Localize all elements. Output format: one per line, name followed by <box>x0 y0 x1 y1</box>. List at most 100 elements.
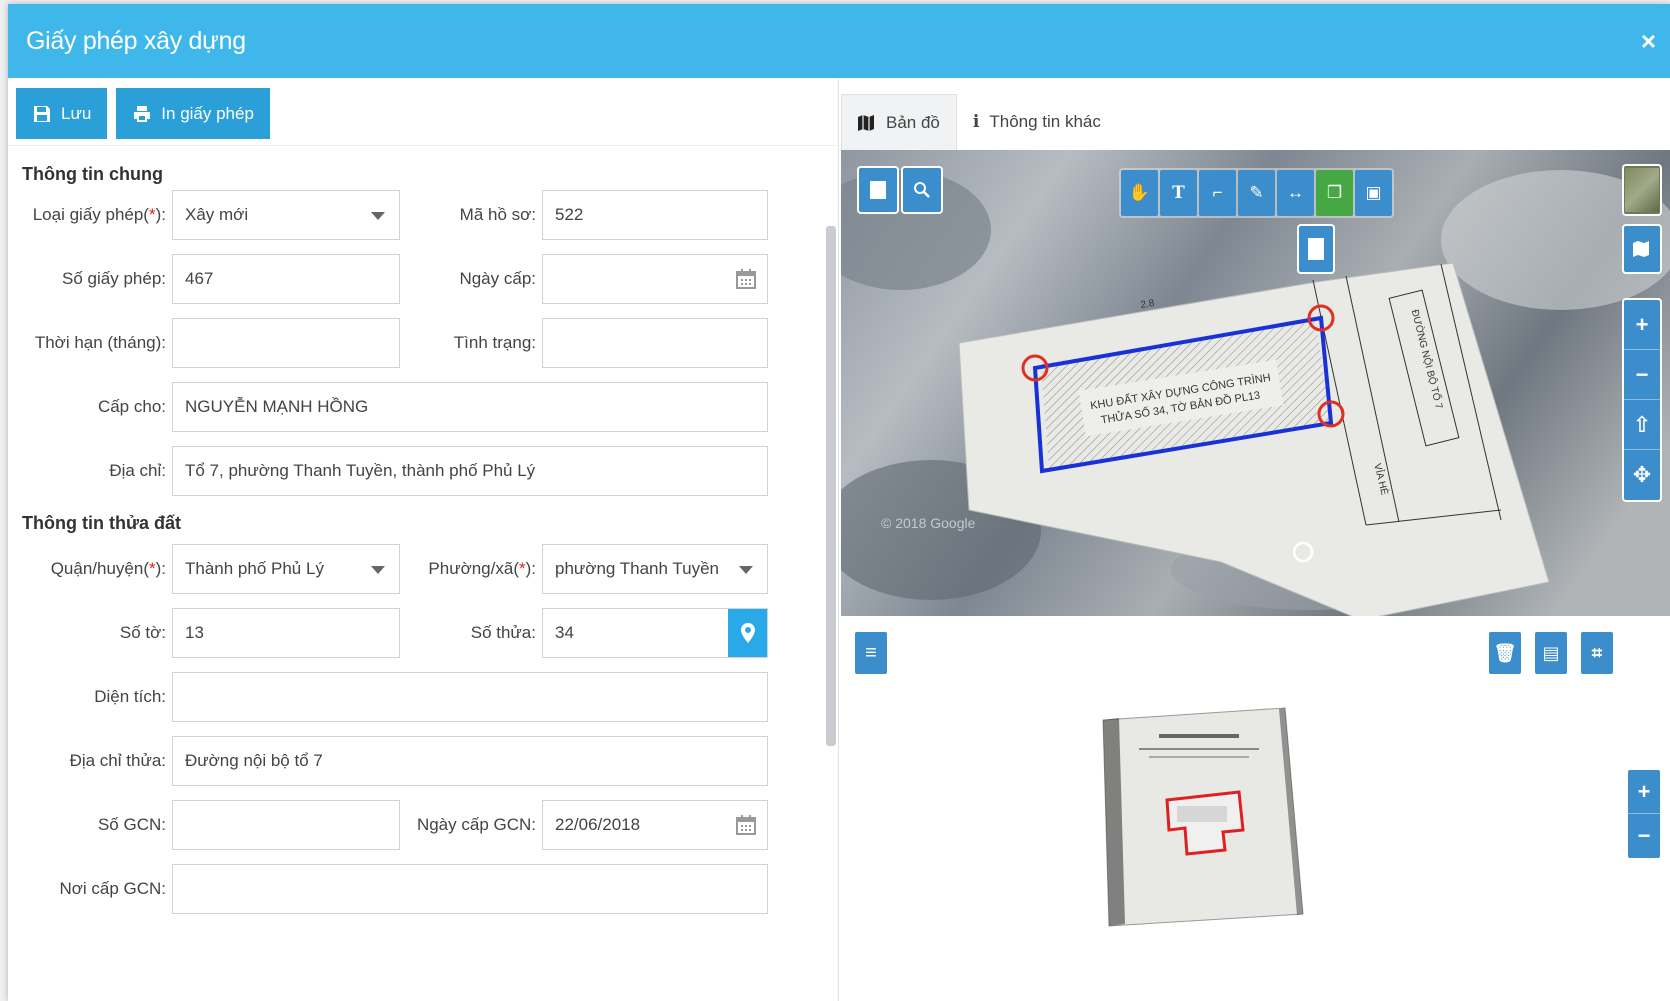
row-gcn: Số GCN: Ngày cấp GCN: 22/06/2018 <box>8 800 838 850</box>
tab-map-label: Bản đồ <box>886 112 940 132</box>
google-watermark: © 2018 Google <box>881 515 976 531</box>
area-label: Diện tích: <box>94 687 166 706</box>
issue-date-input[interactable] <box>542 254 768 304</box>
save-button[interactable]: Lưu <box>16 88 108 139</box>
parcel-address-label: Địa chỉ thửa: <box>69 751 166 770</box>
row-issued-to: Cấp cho: NGUYỄN MẠNH HỒNG <box>8 382 838 432</box>
required-mark: * <box>148 205 156 224</box>
gcn-number-label: Số GCN: <box>97 815 166 834</box>
ward-label-text: Phường/xã( <box>428 559 519 578</box>
row-sheet-parcel: Số tờ: 13 Số thửa: 34 <box>8 608 838 658</box>
gcn-place-label: Nơi cấp GCN: <box>59 879 166 898</box>
gcn-date-input[interactable]: 22/06/2018 <box>542 800 768 850</box>
satellite-thumbnail-button[interactable] <box>1622 164 1662 216</box>
row-area: Diện tích: <box>8 672 838 722</box>
district-label: Quận/huyện(*): <box>8 544 166 594</box>
square-icon <box>870 181 886 199</box>
parcel-number-value: 34 <box>555 623 574 642</box>
row-license-number: Số giấy phép: 467 Ngày cấp: <box>8 254 838 304</box>
area-input[interactable] <box>172 672 768 722</box>
issued-to-label: Cấp cho: <box>97 397 166 416</box>
sheet-number-input[interactable]: 13 <box>172 608 400 658</box>
duration-input[interactable] <box>172 318 400 368</box>
zoom-out-icon[interactable]: − <box>1624 350 1660 400</box>
edit-toolbar: ✋ T ⌐ ✎ ↔ ❐ ▣ <box>1119 168 1394 218</box>
district-select[interactable]: Thành phố Phủ Lý <box>172 544 400 594</box>
delete-image-button[interactable]: 🗑︎ <box>1487 630 1523 676</box>
map-overlay: ĐƯỜNG NỘI BỘ TỔ 7 VỈA HÈ KHU ĐẤT XÂY DỰN… <box>841 170 1670 616</box>
zoom-out-icon[interactable]: − <box>1628 814 1660 858</box>
license-number-label: Số giấy phép: <box>62 269 166 288</box>
address-label: Địa chỉ: <box>109 461 166 480</box>
license-number-input[interactable]: 467 <box>172 254 400 304</box>
pan-hand-icon[interactable]: ✋ <box>1121 170 1158 216</box>
measure-arrow-icon[interactable]: ↔ <box>1277 170 1314 216</box>
trash-icon: 🗑︎ <box>1493 642 1517 663</box>
required-mark: * <box>148 559 156 578</box>
layer-thumbnail-icon <box>1625 168 1659 212</box>
save-disk-icon[interactable]: ▣ <box>1355 170 1392 216</box>
district-label-text: Quận/huyện( <box>50 559 149 578</box>
modal-title: Giấy phép xây dựng <box>26 26 246 55</box>
edit-pencil-icon[interactable]: ✎ <box>1238 170 1275 216</box>
general-section-title: Thông tin chung <box>22 164 163 184</box>
row-district: Quận/huyện(*): Thành phố Phủ Lý Phường/x… <box>8 544 838 594</box>
row-address: Địa chỉ: Tổ 7, phường Thanh Tuyền, thành… <box>8 446 838 496</box>
draw-square-button[interactable] <box>857 166 899 214</box>
status-input[interactable] <box>542 318 768 368</box>
map-zoom-controls: + − ⇧ ✥ <box>1622 298 1662 502</box>
row-parcel-address: Địa chỉ thửa: Đường nội bộ tổ 7 <box>8 736 838 786</box>
parcel-address-input[interactable]: Đường nội bộ tổ 7 <box>172 736 768 786</box>
map-tabs: Bản đồ i Thông tin khác <box>839 78 1670 150</box>
info-icon: i <box>972 112 980 132</box>
license-type-select[interactable]: Xây mới <box>172 190 400 240</box>
document-icon: ▤ <box>1542 642 1560 663</box>
gcn-date-value: 22/06/2018 <box>555 815 641 834</box>
land-section-title: Thông tin thửa đất <box>22 513 182 533</box>
basemap-button[interactable] <box>1622 224 1662 274</box>
tab-map[interactable]: Bản đồ <box>841 94 957 150</box>
row-license-type: Loại giấy phép(*): Xây mới Mã hồ sơ: 522 <box>8 190 838 240</box>
floppy-disk-icon <box>34 105 50 122</box>
address-input[interactable]: Tổ 7, phường Thanh Tuyền, thành phố Phủ … <box>172 446 768 496</box>
copy-paste-icon[interactable]: ❐ <box>1316 170 1353 216</box>
zoom-in-icon[interactable]: + <box>1628 770 1660 814</box>
close-icon[interactable]: × <box>1641 26 1656 57</box>
text-tool-icon[interactable]: T <box>1160 170 1197 216</box>
crop-image-button[interactable]: ⌗ <box>1579 630 1615 676</box>
sheet-number-label: Số tờ: <box>119 623 166 642</box>
row-gcn-place: Nơi cấp GCN: <box>8 864 838 914</box>
preview-zoom-controls: + − <box>1626 768 1662 860</box>
file-code-input[interactable]: 522 <box>542 190 768 240</box>
print-license-button[interactable]: In giấy phép <box>116 88 270 139</box>
map-panel: Bản đồ i Thông tin khác ĐƯỜNG NỘI BỘ TỔ … <box>838 78 1670 1001</box>
dimension-label: 2.8 <box>1140 298 1156 311</box>
parcel-number-input[interactable]: 34 <box>542 608 768 658</box>
menu-button[interactable]: ≡ <box>853 630 889 676</box>
issue-date-label: Ngày cấp: <box>459 269 536 288</box>
arrow-up-icon[interactable]: ⇧ <box>1624 400 1660 450</box>
image-preview-panel: ≡ 🗑︎ ▤ ⌗ + − <box>841 616 1670 1001</box>
locate-parcel-button[interactable] <box>728 609 767 657</box>
gcn-number-input[interactable] <box>172 800 400 850</box>
map-view[interactable]: ĐƯỜNG NỘI BỘ TỔ 7 VỈA HÈ KHU ĐẤT XÂY DỰN… <box>841 150 1670 616</box>
recenter-icon[interactable]: ✥ <box>1624 450 1660 500</box>
calendar-icon[interactable] <box>735 268 757 290</box>
printer-icon <box>134 105 151 122</box>
label-tail: ): <box>525 559 536 578</box>
crop-tool-icon[interactable]: ⌐ <box>1199 170 1236 216</box>
zoom-search-button[interactable] <box>901 166 943 214</box>
zoom-in-icon[interactable]: + <box>1624 300 1660 350</box>
issued-to-input[interactable]: NGUYỄN MẠNH HỒNG <box>172 382 768 432</box>
sub-tool-button[interactable] <box>1297 224 1335 274</box>
form-toolbar: Lưu In giấy phép <box>8 78 838 146</box>
form-panel: Lưu In giấy phép Thông tin chung Loại gi… <box>8 78 838 1001</box>
menu-icon: ≡ <box>865 641 877 664</box>
export-image-button[interactable]: ▤ <box>1533 630 1569 676</box>
gcn-place-input[interactable] <box>172 864 768 914</box>
ward-select[interactable]: phường Thanh Tuyền <box>542 544 768 594</box>
gcn-date-label: Ngày cấp GCN: <box>416 815 536 834</box>
calendar-icon[interactable] <box>735 814 757 836</box>
tab-other-info[interactable]: i Thông tin khác <box>957 94 1117 150</box>
form-scrollbar[interactable] <box>826 226 836 746</box>
